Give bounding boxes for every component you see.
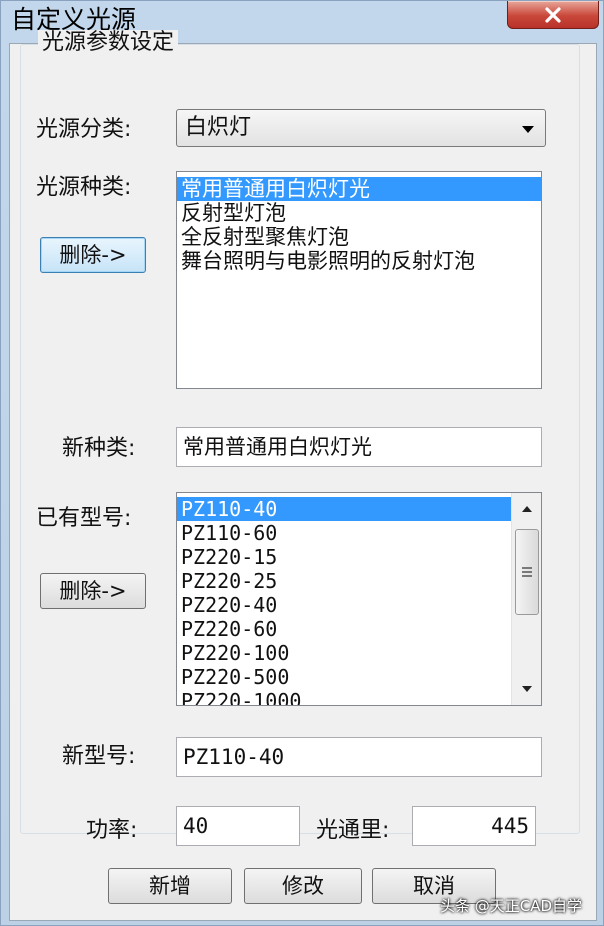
scroll-thumb[interactable] <box>515 529 539 615</box>
new-model-label: 新型号: <box>62 744 136 769</box>
list-item[interactable]: PZ220-1000 <box>177 689 513 705</box>
list-item[interactable]: PZ110-40 <box>177 497 513 521</box>
scroll-down-button[interactable] <box>512 675 541 703</box>
types-label: 光源种类: <box>36 175 132 200</box>
group-label: 光源参数设定 <box>38 30 179 56</box>
list-item[interactable]: PZ220-500 <box>177 665 513 689</box>
category-value: 白炽灯 <box>185 115 252 140</box>
flux-input[interactable]: 445 <box>412 806 536 846</box>
grip-icon <box>522 567 532 577</box>
models-list[interactable]: PZ110-40 PZ110-60 PZ220-15 PZ220-25 PZ220-40… <box>176 492 542 706</box>
delete-model-button[interactable]: 删除-> <box>40 573 146 609</box>
arrow-up-icon <box>522 506 532 512</box>
list-item[interactable]: 反射型灯泡 <box>177 201 541 225</box>
scroll-up-button[interactable] <box>512 495 541 523</box>
category-label: 光源分类: <box>36 117 132 142</box>
list-item[interactable]: 舞台照明与电影照明的反射灯泡 <box>177 249 541 273</box>
list-item[interactable]: 常用普通用白炽灯光 <box>177 177 541 201</box>
modify-button[interactable]: 修改 <box>244 868 362 904</box>
power-label: 功率: <box>86 818 138 843</box>
list-item[interactable]: PZ220-15 <box>177 545 513 569</box>
add-button[interactable]: 新增 <box>108 868 232 904</box>
light-types-list[interactable]: 常用普通用白炽灯光 反射型灯泡 全反射型聚焦灯泡 舞台照明与电影照明的反射灯泡 <box>176 171 542 389</box>
flux-label: 光通里: <box>316 818 390 843</box>
close-icon <box>545 6 561 23</box>
list-item[interactable]: PZ110-60 <box>177 521 513 545</box>
category-dropdown[interactable]: 白炽灯 <box>176 109 546 147</box>
chevron-down-icon <box>522 126 534 133</box>
watermark: 头条 @天正CAD自学 <box>440 897 583 915</box>
list-item[interactable]: PZ220-40 <box>177 593 513 617</box>
list-item[interactable]: PZ220-100 <box>177 641 513 665</box>
models-label: 已有型号: <box>36 506 132 531</box>
list-item[interactable]: 全反射型聚焦灯泡 <box>177 225 541 249</box>
close-button[interactable] <box>507 1 599 29</box>
models-scrollbar[interactable] <box>511 493 541 705</box>
new-type-label: 新种类: <box>62 436 136 461</box>
new-model-input[interactable]: PZ110-40 <box>176 737 542 777</box>
delete-type-button[interactable]: 删除-> <box>40 237 146 273</box>
arrow-down-icon <box>522 686 532 692</box>
power-input[interactable]: 40 <box>176 806 300 846</box>
list-item[interactable]: PZ220-60 <box>177 617 513 641</box>
list-item[interactable]: PZ220-25 <box>177 569 513 593</box>
new-type-input[interactable]: 常用普通用白炽灯光 <box>176 427 542 467</box>
